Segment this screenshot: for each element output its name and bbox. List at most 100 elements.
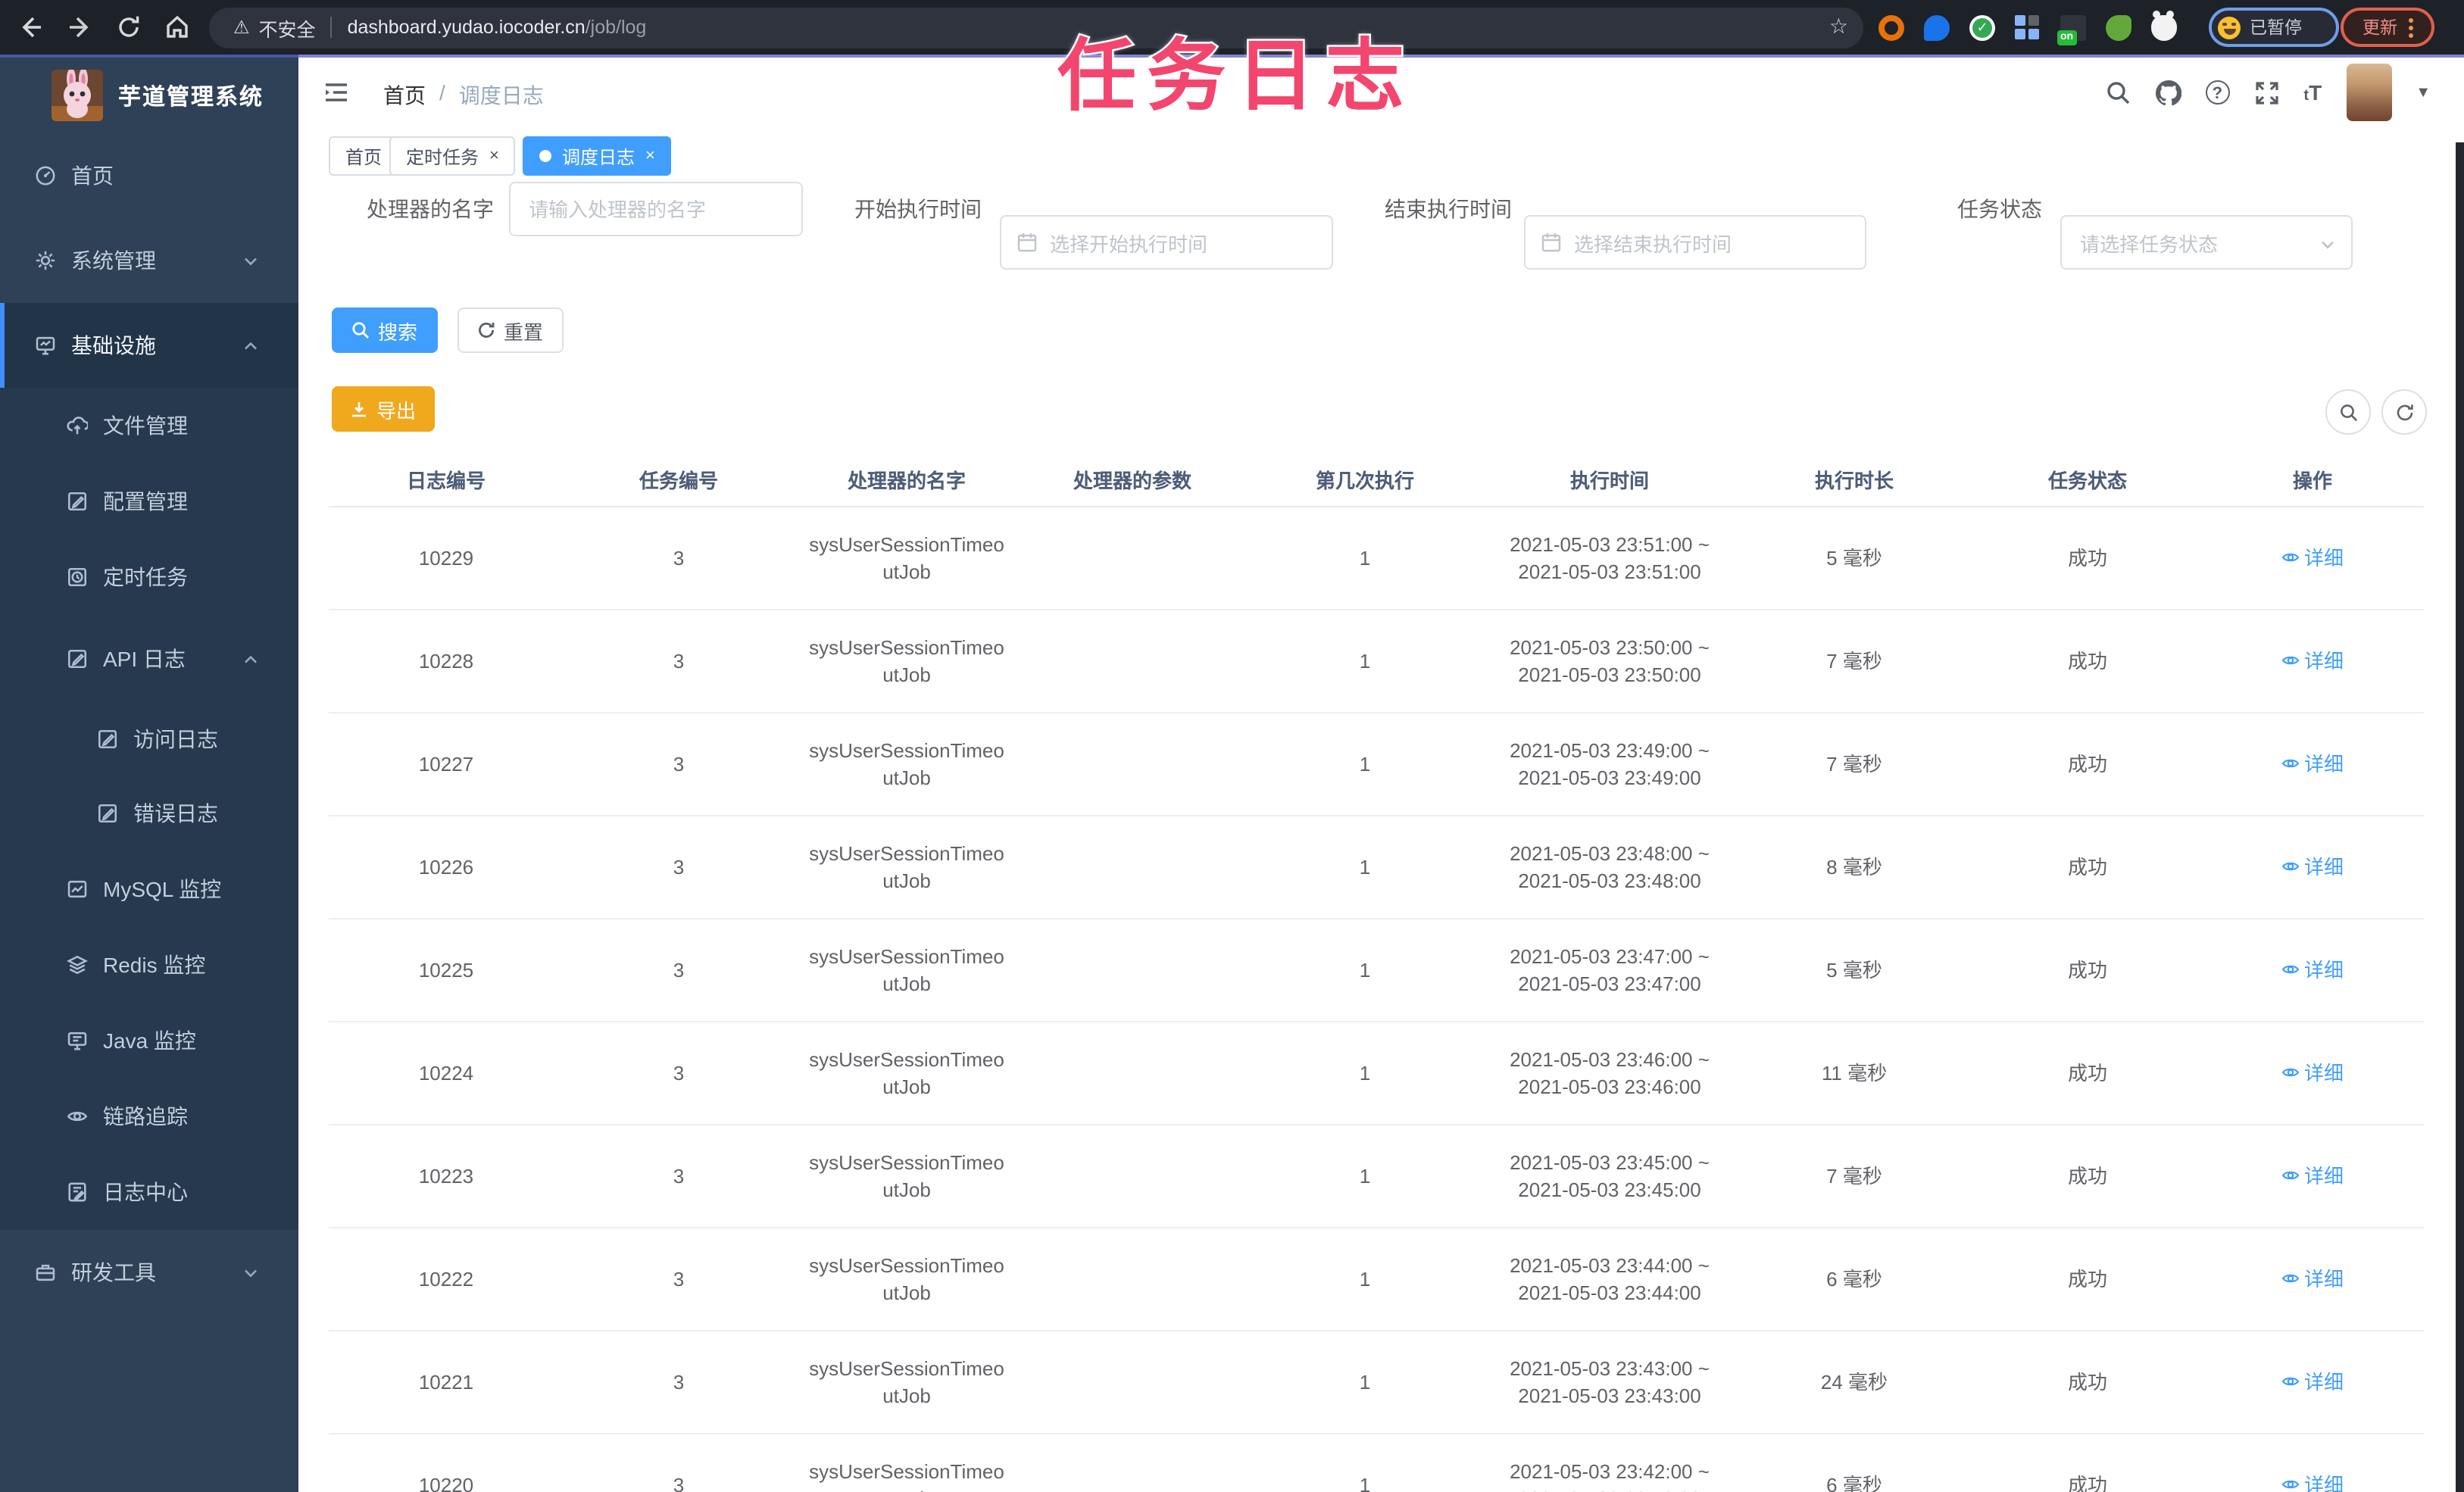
- extension-paw-icon[interactable]: [2151, 10, 2177, 40]
- back-icon[interactable]: [17, 14, 44, 41]
- cell-log-id: 10228: [418, 649, 474, 672]
- breadcrumb-home[interactable]: 首页: [383, 80, 426, 111]
- sidebar-item-label: 日志中心: [103, 1180, 188, 1204]
- cell-execute-count: 1: [1359, 649, 1371, 672]
- sidebar-item-配置管理[interactable]: 配置管理: [0, 464, 298, 539]
- detail-link[interactable]: 详细: [2201, 751, 2424, 778]
- sidebar-item-label: Redis 监控: [103, 953, 206, 977]
- column-header: 处理器的名字: [847, 470, 966, 492]
- export-button[interactable]: 导出: [332, 386, 435, 432]
- sidebar-item-访问日志[interactable]: 访问日志: [0, 701, 298, 777]
- sidebar-item-label: Java 监控: [103, 1028, 196, 1053]
- address-bar[interactable]: ⚠ 不安全 dashboard.yudao.iocoder.cn/job/log…: [209, 7, 1863, 48]
- sidebar-item-系统管理[interactable]: 系统管理: [0, 218, 298, 303]
- detail-link[interactable]: 详细: [2201, 648, 2424, 675]
- column-header: 处理器的参数: [1073, 470, 1191, 492]
- cell-execute-time: 2021-05-03 23:49:00 ~2021-05-03 23:49:00: [1510, 738, 1710, 788]
- header-search-icon[interactable]: [2105, 80, 2131, 105]
- app-logo-row[interactable]: 芋道管理系统: [0, 55, 298, 139]
- detail-link[interactable]: 详细: [2201, 545, 2424, 572]
- sidebar-item-Java-监控[interactable]: Java 监控: [0, 1003, 298, 1078]
- extension-on-badge-icon[interactable]: on: [2057, 14, 2086, 45]
- task-status-select[interactable]: 请选择任务状态: [2060, 215, 2353, 270]
- job-log-table: 日志编号 任务编号 处理器的名字 处理器的参数 第几次执行 执行时间 执行时长 …: [329, 453, 2424, 1492]
- sidebar-item-错误日志[interactable]: 错误日志: [0, 776, 298, 851]
- detail-link[interactable]: 详细: [2201, 957, 2424, 984]
- extension-green-leaf-icon[interactable]: [2106, 14, 2131, 40]
- cell-status: 成功: [2067, 1061, 2107, 1084]
- cell-status: 成功: [2067, 855, 2107, 878]
- cell-task-id: 3: [673, 546, 685, 569]
- sidebar-item-MySQL-监控[interactable]: MySQL 监控: [0, 851, 298, 927]
- detail-link[interactable]: 详细: [2201, 1163, 2424, 1190]
- user-avatar[interactable]: [2346, 64, 2392, 121]
- cell-task-id: 3: [673, 1164, 685, 1187]
- table-row: 10226 3 sysUserSessionTimeoutJob 1 2021-05-0…: [329, 816, 2424, 919]
- github-icon[interactable]: [2155, 80, 2181, 105]
- cell-execute-time: 2021-05-03 23:47:00 ~2021-05-03 23:47:00: [1510, 944, 1710, 994]
- edit-icon: [67, 648, 88, 670]
- detail-link[interactable]: 详细: [2201, 1266, 2424, 1293]
- font-size-icon[interactable]: tT: [2303, 80, 2322, 105]
- browser-menu-icon[interactable]: [2408, 17, 2412, 37]
- detail-link[interactable]: 详细: [2201, 1060, 2424, 1087]
- sidebar-item-日志中心[interactable]: 日志中心: [0, 1154, 298, 1230]
- tab-timed-task[interactable]: 定时任务 ×: [389, 136, 516, 176]
- refresh-table-button[interactable]: [2381, 389, 2427, 435]
- sidebar-item-定时任务[interactable]: 定时任务: [0, 539, 298, 615]
- tab-home[interactable]: 首页: [329, 136, 399, 176]
- extension-orange-icon[interactable]: [1878, 14, 1904, 40]
- tab-close-icon[interactable]: ×: [645, 147, 655, 164]
- reset-button[interactable]: 重置: [458, 307, 564, 353]
- collapse-sidebar-icon[interactable]: [323, 79, 350, 106]
- help-icon[interactable]: ?: [2205, 80, 2230, 105]
- cell-task-id: 3: [673, 1267, 685, 1290]
- edit-icon: [67, 491, 88, 512]
- avatar-caret-down-icon[interactable]: ▼: [2416, 84, 2431, 101]
- cell-execute-time: 2021-05-03 23:50:00 ~2021-05-03 23:50:00: [1510, 635, 1710, 685]
- page-scrollbar[interactable]: [2455, 142, 2464, 1492]
- forward-icon[interactable]: [67, 14, 94, 41]
- sidebar-item-label: 系统管理: [71, 248, 156, 273]
- sidebar-item-文件管理[interactable]: 文件管理: [0, 388, 298, 464]
- table-row: 10221 3 sysUserSessionTimeoutJob 1 2021-05-0…: [329, 1331, 2424, 1434]
- reload-icon[interactable]: [115, 14, 142, 41]
- profile-paused-chip[interactable]: 已暂停: [2209, 8, 2339, 47]
- cell-log-id: 10224: [418, 1061, 474, 1084]
- start-time-date-input[interactable]: 选择开始执行时间: [1000, 215, 1333, 270]
- header-actions: ? tT ▼: [2105, 55, 2431, 130]
- column-header: 任务状态: [2047, 470, 2127, 492]
- cell-task-id: 3: [673, 855, 685, 878]
- extension-green-check-icon[interactable]: ✓: [1969, 14, 1995, 40]
- tab-schedule-log[interactable]: 调度日志 ×: [523, 136, 672, 176]
- security-warning-icon[interactable]: ⚠: [233, 17, 250, 38]
- extension-blue-drop-icon[interactable]: [1924, 14, 1950, 40]
- sidebar-item-基础设施[interactable]: 基础设施: [0, 303, 298, 388]
- fullscreen-icon[interactable]: [2253, 80, 2279, 105]
- extension-grid-icon[interactable]: [2015, 14, 2041, 40]
- toggle-search-button[interactable]: [2325, 389, 2371, 435]
- cell-duration: 6 毫秒: [1826, 1267, 1882, 1290]
- sidebar-item-API-日志[interactable]: API 日志: [0, 621, 298, 697]
- cell-duration: 7 毫秒: [1826, 649, 1882, 672]
- browser-update-button[interactable]: 更新: [2341, 8, 2434, 47]
- detail-link[interactable]: 详细: [2201, 1472, 2424, 1492]
- cell-handler-name: sysUserSessionTimeoutJob: [809, 1253, 1004, 1303]
- detail-link[interactable]: 详细: [2201, 854, 2424, 881]
- sidebar: 芋道管理系统 首页系统管理基础设施 文件管理 配置管理 定时任务 API 日志 访问日志错…: [0, 55, 298, 1492]
- sidebar-item-Redis-监控[interactable]: Redis 监控: [0, 927, 298, 1003]
- bookmark-star-icon[interactable]: ☆: [1829, 13, 1848, 39]
- search-button[interactable]: 搜索: [332, 307, 438, 353]
- cell-handler-name: sysUserSessionTimeoutJob: [809, 944, 1004, 994]
- table-row: 10229 3 sysUserSessionTimeoutJob 1 2021-05-0…: [329, 507, 2424, 610]
- handler-name-input[interactable]: [509, 182, 803, 236]
- sidebar-item-首页[interactable]: 首页: [0, 133, 298, 218]
- detail-link[interactable]: 详细: [2201, 1369, 2424, 1396]
- end-time-date-input[interactable]: 选择结束执行时间: [1524, 215, 1866, 270]
- active-tab-dot: [539, 150, 551, 162]
- filter-start-time-label: 开始执行时间: [854, 197, 982, 221]
- home-icon[interactable]: [164, 14, 191, 41]
- sidebar-item-研发工具[interactable]: 研发工具: [0, 1230, 298, 1315]
- sidebar-item-链路追踪[interactable]: 链路追踪: [0, 1078, 298, 1154]
- tab-close-icon[interactable]: ×: [489, 147, 499, 164]
